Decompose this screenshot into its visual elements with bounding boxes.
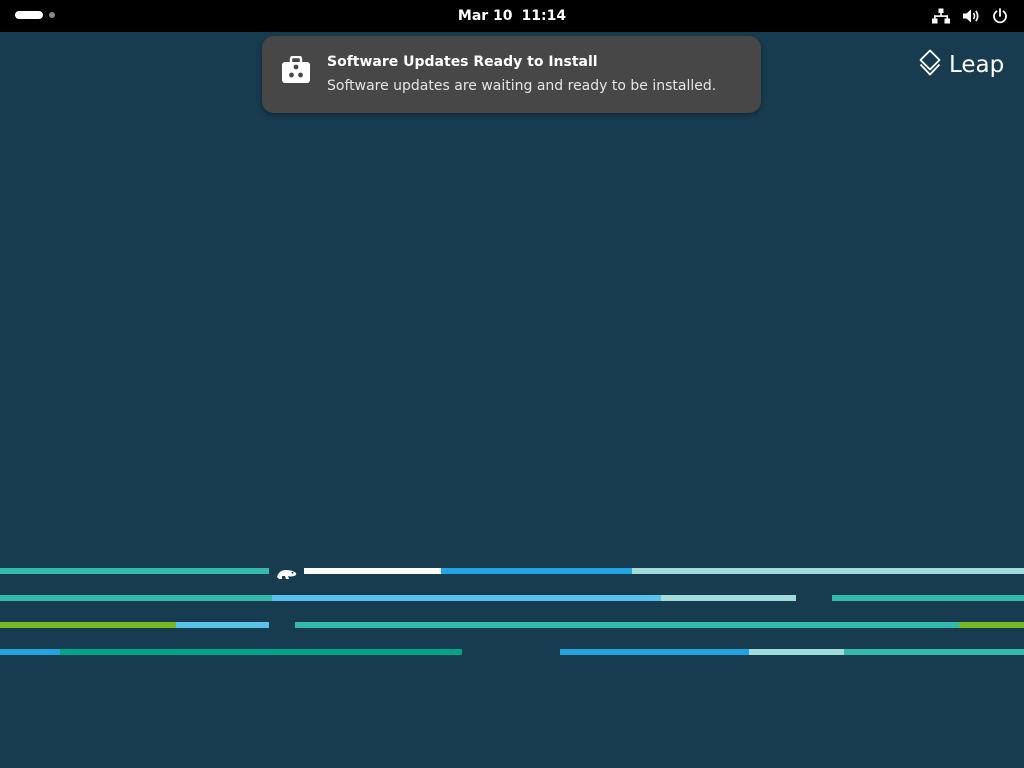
wallpaper-stripe <box>749 649 844 655</box>
wallpaper-stripe <box>844 649 1024 655</box>
wallpaper-stripe <box>272 595 661 601</box>
wallpaper-stripe <box>176 622 269 628</box>
volume-icon[interactable] <box>962 8 980 24</box>
leap-logo-icon <box>919 49 941 81</box>
power-icon[interactable] <box>992 8 1008 24</box>
wallpaper-stripe <box>560 649 749 655</box>
clock-time: 11:14 <box>521 8 567 24</box>
clock-button[interactable]: Mar 10 11:14 <box>458 8 566 24</box>
wallpaper-stripe <box>632 568 1024 574</box>
notification-body: Software updates are waiting and ready t… <box>327 78 717 94</box>
wallpaper-stripe <box>0 595 272 601</box>
wallpaper-stripe <box>661 595 796 601</box>
wallpaper-stripes <box>0 0 1024 768</box>
wallpaper-stripe <box>959 622 1024 628</box>
wallpaper-stripe <box>60 649 462 655</box>
wallpaper-stripe <box>304 568 441 574</box>
notification-title: Software Updates Ready to Install <box>327 54 598 70</box>
chameleon-icon <box>276 565 298 584</box>
wallpaper-stripe <box>0 568 269 574</box>
wallpaper-stripe <box>295 622 959 628</box>
activities-button[interactable] <box>15 11 55 19</box>
top-bar: Mar 10 11:14 <box>0 0 1024 32</box>
clock: Mar 10 11:14 <box>0 0 1024 32</box>
software-updates-icon <box>281 55 311 88</box>
workspace-indicator-active[interactable] <box>15 11 43 19</box>
system-tray[interactable] <box>932 0 1008 32</box>
leap-branding: Leap <box>919 49 1004 81</box>
wallpaper-stripe <box>832 595 1024 601</box>
workspace-indicator-inactive[interactable] <box>49 12 55 18</box>
wallpaper-stripe <box>0 622 176 628</box>
wallpaper-stripe <box>441 568 632 574</box>
notification-banner[interactable]: Software Updates Ready to Install Softwa… <box>262 36 761 113</box>
network-icon[interactable] <box>932 8 950 24</box>
leap-brand-text: Leap <box>949 52 1005 78</box>
wallpaper-stripe <box>0 649 60 655</box>
clock-date: Mar 10 <box>457 8 513 24</box>
